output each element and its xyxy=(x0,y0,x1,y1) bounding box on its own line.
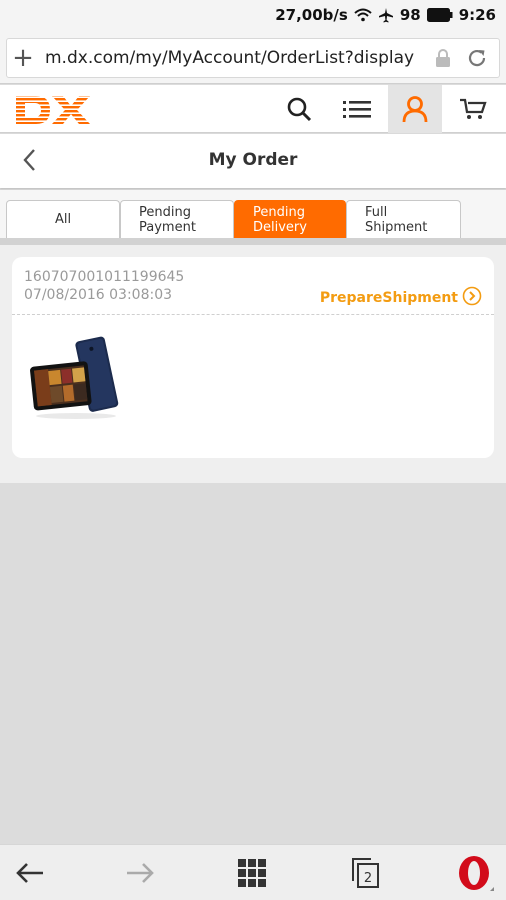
tab-pending-payment[interactable]: Pending Payment xyxy=(120,200,234,238)
product-thumbnail[interactable] xyxy=(30,330,122,426)
tab-all[interactable]: All xyxy=(6,200,120,238)
arrow-left-icon[interactable] xyxy=(0,845,60,900)
order-date: 07/08/2016 03:08:03 xyxy=(24,287,173,303)
status-bar: 27,00b/s 98 9:26 xyxy=(0,0,506,32)
account-icon[interactable] xyxy=(388,85,442,133)
divider xyxy=(12,314,494,315)
arrow-right-icon[interactable] xyxy=(110,845,170,900)
opera-menu-icon[interactable] xyxy=(446,845,506,900)
browser-address-bar: + m.dx.com/my/MyAccount/OrderList?displa… xyxy=(0,32,506,84)
order-tabs: All Pending Payment Pending Delivery Ful… xyxy=(0,190,506,245)
url-box[interactable]: + m.dx.com/my/MyAccount/OrderList?displa… xyxy=(6,38,500,78)
status-indicators: 27,00b/s 98 9:26 xyxy=(275,6,496,24)
tab-full-shipment[interactable]: Full Shipment xyxy=(346,200,461,238)
clock: 9:26 xyxy=(458,6,496,24)
tab-label: Full Shipment xyxy=(365,204,428,235)
browser-bottom-bar: 2 xyxy=(0,844,506,900)
search-icon[interactable] xyxy=(272,85,326,133)
reload-icon[interactable] xyxy=(455,47,499,69)
battery-icon xyxy=(426,8,453,22)
site-header xyxy=(0,85,506,133)
dx-logo[interactable] xyxy=(14,94,92,130)
page-title: My Order xyxy=(208,150,298,170)
lock-icon xyxy=(431,48,455,68)
plus-icon[interactable]: + xyxy=(7,38,39,78)
tab-label: All xyxy=(54,212,72,227)
order-card[interactable]: 160707001011199645 07/08/2016 03:08:03 P… xyxy=(12,257,494,458)
battery-level: 98 xyxy=(399,6,421,24)
menu-list-icon[interactable] xyxy=(330,85,384,133)
order-number: 160707001011199645 xyxy=(24,269,185,285)
order-status-link[interactable]: PrepareShipment xyxy=(320,286,482,310)
wifi-icon xyxy=(354,8,372,22)
tab-count: 2 xyxy=(364,871,372,886)
cart-icon[interactable] xyxy=(446,85,500,133)
tabs-icon[interactable]: 2 xyxy=(336,845,396,900)
page-title-bar: My Order xyxy=(0,134,506,188)
net-speed: 27,00b/s xyxy=(275,6,348,24)
speed-dial-grid-icon[interactable] xyxy=(222,845,282,900)
airplane-icon xyxy=(378,7,394,23)
chevron-right-circle-icon xyxy=(462,286,482,310)
url-field[interactable]: m.dx.com/my/MyAccount/OrderList?display xyxy=(39,48,431,68)
tab-label: Pending Delivery xyxy=(253,204,307,235)
tab-label: Pending Payment xyxy=(139,204,196,235)
order-status-label: PrepareShipment xyxy=(319,290,458,306)
tab-pending-delivery[interactable]: Pending Delivery xyxy=(234,200,346,238)
